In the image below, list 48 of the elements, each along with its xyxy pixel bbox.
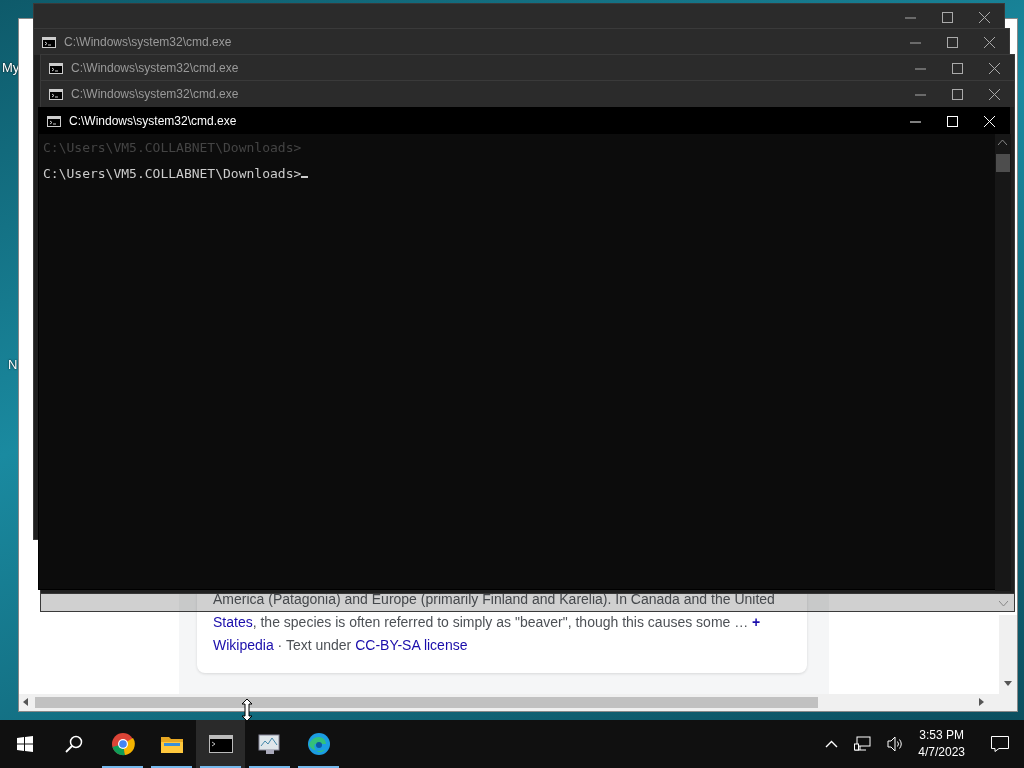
- windows-logo-icon: [16, 736, 33, 752]
- ghost-text: C:\Users\VM5.COLLABNET\Downloads>: [43, 139, 302, 157]
- snippet-text: America (Patagonia) and Europe (primarily Finland and Karelia). In Canada and the United: [213, 590, 776, 609]
- close-icon[interactable]: [979, 11, 990, 23]
- desktop-icon-label[interactable]: My: [2, 58, 20, 78]
- window-title: C:\Windows\system32\cmd.exe: [64, 34, 232, 51]
- maximize-icon[interactable]: [942, 11, 953, 23]
- snippet-text: States, the species is often referred to simply as "beaver", though this causes some … +: [213, 613, 762, 632]
- taskbar-app-button[interactable]: [196, 720, 245, 768]
- scrollbar-thumb[interactable]: [35, 697, 818, 708]
- folder-icon: [159, 734, 184, 754]
- edge-icon: [306, 732, 331, 756]
- license-link[interactable]: CC-BY-SA license: [355, 637, 468, 653]
- close-icon[interactable]: [984, 36, 995, 48]
- console-icon: [49, 62, 63, 74]
- console-icon: [208, 735, 233, 753]
- console-icon: [49, 88, 63, 100]
- monitor-icon: [257, 733, 282, 755]
- scroll-up-icon[interactable]: [998, 140, 1007, 146]
- snippet-link[interactable]: States: [213, 614, 253, 630]
- desktop-icon-label[interactable]: N: [8, 355, 18, 375]
- expand-link[interactable]: +: [752, 614, 761, 630]
- speaker-icon[interactable]: [887, 736, 905, 752]
- maximize-icon[interactable]: [947, 36, 958, 48]
- command-prompt: C:\Users\VM5.COLLABNET\Downloads>: [43, 163, 309, 183]
- clock-date[interactable]: 4/7/2023: [918, 744, 965, 761]
- console-icon: [47, 115, 61, 127]
- window-title: C:\Windows\system32\cmd.exe: [71, 86, 239, 103]
- text-cursor: [301, 175, 309, 178]
- window-title: C:\Windows\system32\cmd.exe: [71, 60, 239, 77]
- clock-time[interactable]: 3:53 PM: [918, 727, 965, 744]
- show-hidden-icons-icon[interactable]: [825, 740, 839, 748]
- source-link[interactable]: Wikipedia: [213, 637, 274, 653]
- scroll-down-icon[interactable]: [1004, 681, 1012, 687]
- maximize-icon[interactable]: [952, 62, 963, 74]
- speech-bubble-icon: [990, 736, 1009, 752]
- scroll-left-icon[interactable]: [23, 698, 28, 706]
- search-icon: [64, 735, 83, 753]
- maximize-icon[interactable]: [952, 88, 963, 100]
- source-line: Wikipedia · Text under CC-BY-SA license: [213, 636, 469, 655]
- console-icon: [42, 36, 56, 48]
- close-icon[interactable]: [989, 88, 1000, 100]
- network-icon[interactable]: [854, 736, 872, 752]
- scrollbar-thumb[interactable]: [996, 154, 1010, 172]
- scroll-right-icon[interactable]: [979, 698, 984, 706]
- close-icon[interactable]: [989, 62, 1000, 74]
- window-title: C:\Windows\system32\cmd.exe: [69, 113, 237, 130]
- browser-icon: [110, 732, 135, 756]
